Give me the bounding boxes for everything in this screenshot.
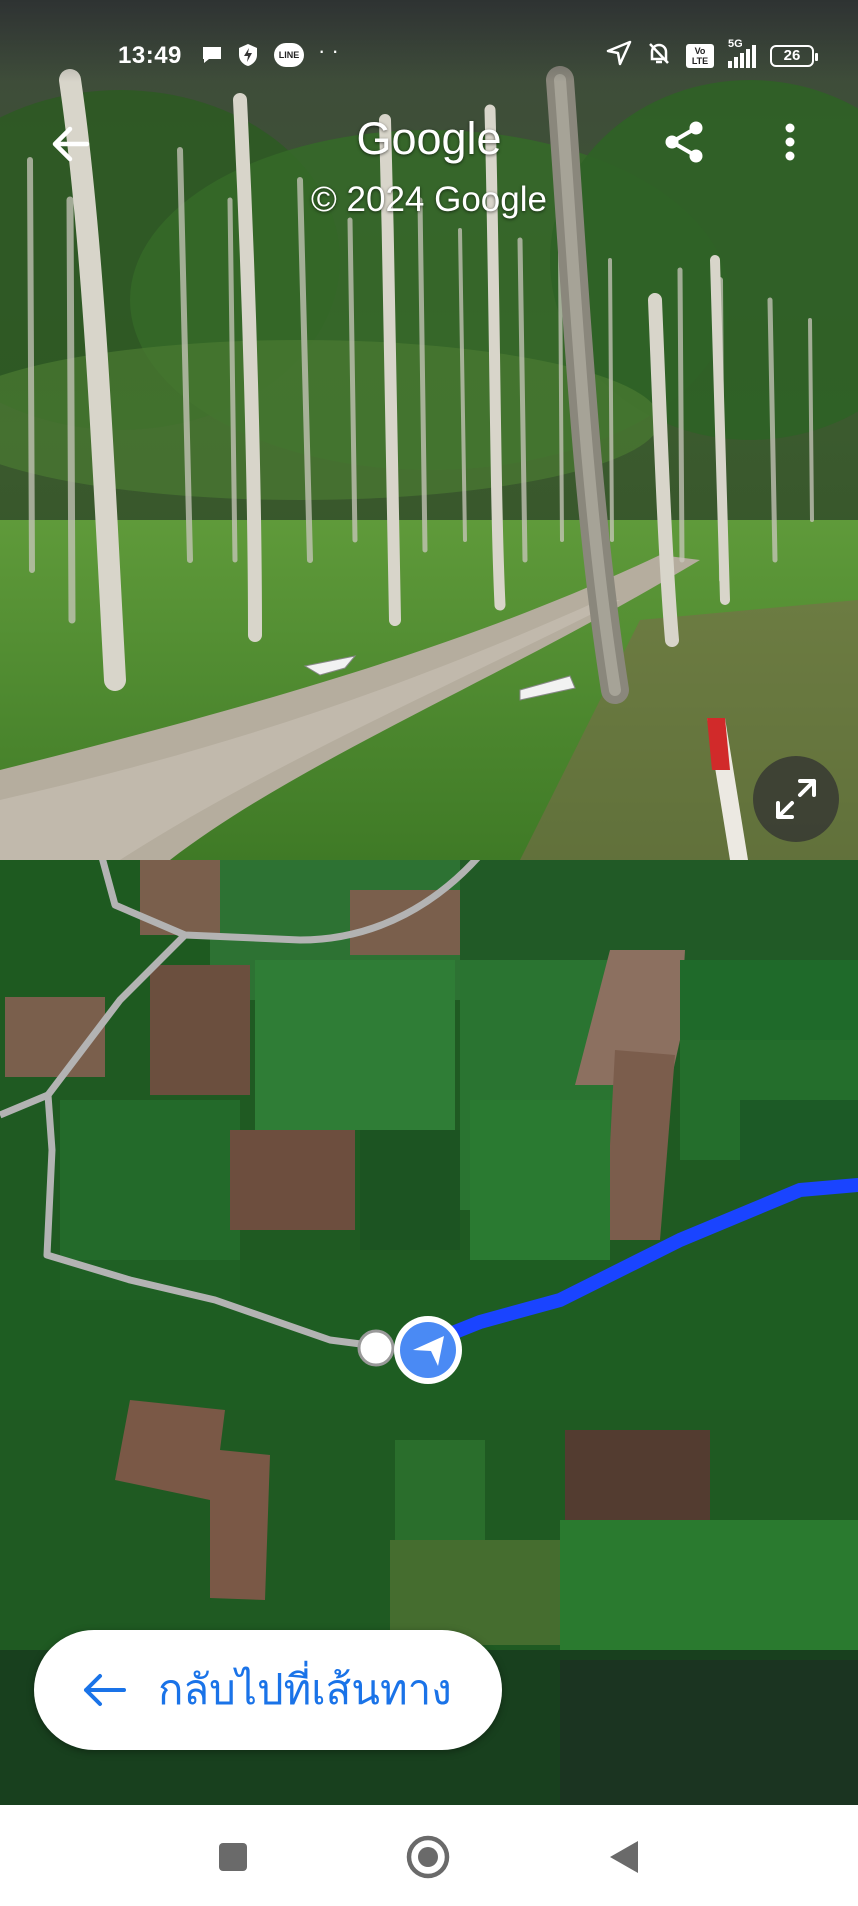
chat-bubble-icon: [200, 43, 224, 67]
status-bar: 13:49 LINE · · Vo LTE 5G 26: [0, 0, 858, 82]
expand-button[interactable]: [753, 756, 839, 842]
share-button[interactable]: [658, 116, 710, 168]
street-view-title: Google: [356, 113, 502, 164]
signal-icon: 5G: [728, 38, 756, 68]
battery-icon: 26: [770, 44, 818, 67]
network-type-label: 5G: [728, 37, 743, 50]
expand-icon: [776, 779, 816, 819]
recents-button[interactable]: [203, 1827, 263, 1887]
shield-bolt-icon: [236, 43, 260, 67]
home-icon: [406, 1835, 450, 1879]
share-icon: [665, 121, 703, 163]
arrow-left-icon: [84, 1674, 126, 1706]
more-notifications-icon: · ·: [318, 38, 339, 63]
street-view-pane[interactable]: 13:49 LINE · · Vo LTE 5G 26 Google © 202…: [0, 0, 858, 860]
back-to-route-label: กลับไปที่เส้นทาง: [158, 1666, 452, 1713]
home-button[interactable]: [398, 1827, 458, 1887]
bell-muted-icon: [646, 40, 672, 71]
line-app-icon: LINE: [274, 43, 304, 67]
more-vert-icon: [785, 123, 795, 161]
status-time: 13:49: [118, 42, 182, 69]
back-to-route-button[interactable]: กลับไปที่เส้นทาง: [34, 1630, 502, 1750]
volte-badge: Vo LTE: [686, 43, 714, 68]
more-options-button[interactable]: [770, 116, 810, 168]
system-nav-bar: [0, 1805, 858, 1906]
copyright-text: © 2024 Google: [311, 180, 547, 219]
recents-icon: [219, 1843, 247, 1871]
back-icon: [610, 1841, 638, 1873]
system-back-button[interactable]: [594, 1827, 654, 1887]
location-arrow-icon: [606, 40, 632, 71]
